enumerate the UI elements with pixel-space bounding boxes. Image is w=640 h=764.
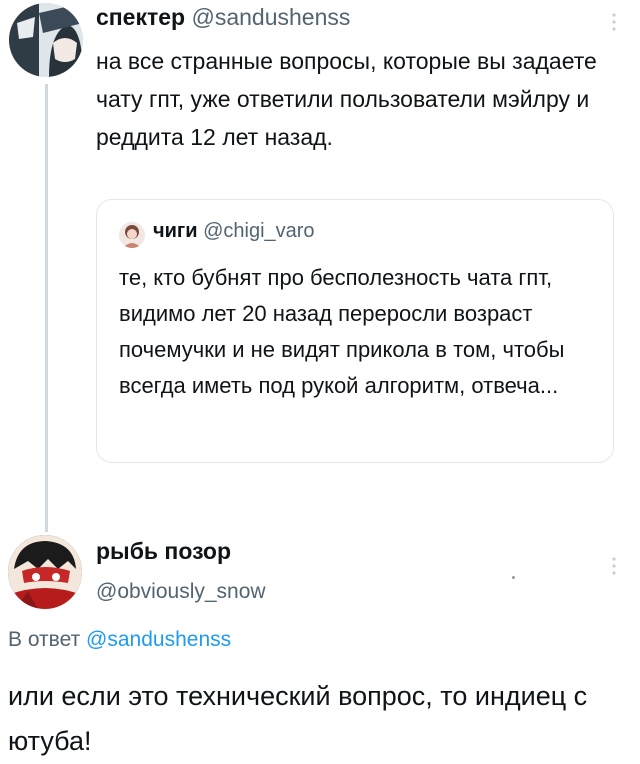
- comic-avatar-image: [8, 535, 82, 609]
- quoted-author-name[interactable]: чиги: [153, 220, 198, 242]
- quoted-author-avatar[interactable]: [119, 222, 145, 248]
- reply-context: В ответ @sandushenss: [8, 628, 231, 652]
- artifact-dot: [512, 576, 515, 579]
- author-avatar[interactable]: [9, 3, 83, 77]
- tweet-header: спектер @sandushenss: [96, 4, 350, 31]
- reply-tweet-text: или если это технический вопрос, то инди…: [8, 681, 588, 756]
- reply-mention-link[interactable]: @sandushenss: [86, 628, 231, 651]
- reply-author-avatar[interactable]: [8, 535, 82, 609]
- more-vertical-icon[interactable]: [611, 556, 617, 576]
- avatar-image: [119, 222, 145, 248]
- more-vertical-icon[interactable]: [611, 12, 617, 32]
- quoted-author-handle[interactable]: @chigi_varo: [203, 220, 314, 242]
- reply-author-handle[interactable]: @obviously_snow: [96, 580, 266, 604]
- thread-line: [45, 84, 48, 532]
- quoted-tweet-text: те, кто бубнят про бесполезность чата гп…: [119, 265, 565, 398]
- comic-avatar-image: [9, 3, 83, 77]
- author-handle[interactable]: @sandushenss: [191, 4, 350, 30]
- quoted-tweet-card[interactable]: чиги @chigi_varo те, кто бубнят про бесп…: [96, 199, 614, 463]
- quoted-tweet-header: чиги @chigi_varo: [153, 220, 315, 243]
- author-name[interactable]: спектер: [96, 4, 185, 30]
- tweet-text: на все странные вопросы, которые вы зада…: [96, 48, 597, 150]
- reply-author-name[interactable]: рыбь позор: [96, 538, 231, 565]
- reply-prefix: В ответ: [8, 628, 81, 651]
